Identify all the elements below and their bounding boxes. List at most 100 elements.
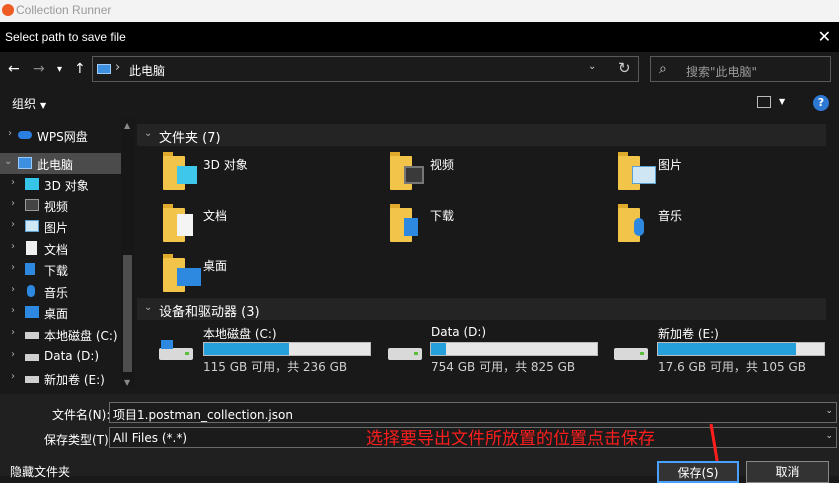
- sidebar-item-documents[interactable]: › 文档: [0, 238, 121, 259]
- sidebar-item-label: 本地磁盘 (C:): [44, 329, 118, 343]
- sidebar-item-label: 文档: [44, 243, 69, 257]
- sidebar-scrollbar[interactable]: ▲ ▼: [121, 118, 135, 390]
- address-path[interactable]: 此电脑: [129, 62, 165, 79]
- sidebar-item-this-pc[interactable]: ⌄ 此电脑: [0, 153, 121, 174]
- folder-documents[interactable]: [163, 204, 203, 242]
- address-separator[interactable]: ›: [115, 60, 120, 75]
- folder-desktop[interactable]: [163, 254, 203, 292]
- sidebar-item-drive-d[interactable]: › Data (D:): [0, 346, 121, 367]
- folder-label[interactable]: 下载: [430, 207, 454, 224]
- expand-arrow-icon[interactable]: ›: [11, 371, 15, 382]
- sidebar-item-videos[interactable]: › 视频: [0, 195, 121, 216]
- folder-downloads[interactable]: [390, 204, 430, 242]
- forward-arrow-icon[interactable]: →: [33, 61, 45, 77]
- recent-locations-icon[interactable]: ▾: [57, 64, 62, 75]
- drive-c-icon[interactable]: [159, 340, 193, 360]
- drives-group-header[interactable]: ⌄ 设备和驱动器 (3): [137, 298, 839, 320]
- chevron-down-icon[interactable]: ⌄: [144, 302, 152, 313]
- folder-label[interactable]: 文档: [203, 207, 227, 224]
- folders-group-header[interactable]: ⌄ 文件夹 (7): [137, 124, 839, 146]
- chevron-down-icon[interactable]: ⌄: [825, 431, 833, 441]
- collapse-arrow-icon[interactable]: ⌄: [4, 156, 12, 167]
- drive-name[interactable]: 本地磁盘 (C:): [203, 325, 277, 342]
- sidebar-item-label: 音乐: [44, 286, 69, 300]
- chevron-down-icon[interactable]: ⌄: [825, 406, 833, 416]
- download-icon: [404, 218, 418, 236]
- content-scrollbar[interactable]: [826, 118, 839, 394]
- expand-arrow-icon[interactable]: ›: [11, 177, 15, 188]
- folder-label[interactable]: 音乐: [658, 207, 682, 224]
- folder-3d-objects[interactable]: [163, 152, 203, 190]
- drive-usage-fill: [431, 343, 446, 355]
- organize-button[interactable]: 组织 ▼: [12, 95, 46, 112]
- filename-value[interactable]: 项目1.postman_collection.json: [113, 408, 293, 422]
- drive-free-space: 115 GB 可用，共 236 GB: [203, 360, 348, 374]
- sidebar-item-label: WPS网盘: [37, 130, 88, 144]
- search-input[interactable]: 搜索"此电脑": [686, 63, 757, 80]
- expand-arrow-icon[interactable]: ›: [11, 241, 15, 252]
- sidebar-item-label: 图片: [44, 221, 69, 235]
- expand-arrow-icon[interactable]: ›: [11, 305, 15, 316]
- expand-arrow-icon[interactable]: ›: [11, 284, 15, 295]
- sidebar-item-pictures[interactable]: › 图片: [0, 216, 121, 237]
- folder-music[interactable]: [618, 204, 658, 242]
- expand-arrow-icon[interactable]: ›: [11, 349, 15, 360]
- expand-arrow-icon[interactable]: ›: [11, 219, 15, 230]
- filename-input[interactable]: 项目1.postman_collection.json ⌄: [109, 402, 837, 423]
- drive-name[interactable]: 新加卷 (E:): [658, 325, 719, 342]
- desktop-icon: [25, 306, 39, 318]
- filetype-value[interactable]: All Files (*.*): [113, 431, 187, 445]
- document-icon: [177, 214, 193, 236]
- dialog-title: Select path to save file: [5, 30, 126, 44]
- folder-videos[interactable]: [390, 152, 430, 190]
- sidebar-item-music[interactable]: › 音乐: [0, 281, 121, 302]
- drive-e-icon[interactable]: [614, 340, 648, 360]
- cube-icon: [177, 166, 197, 184]
- sidebar-item-label: 新加卷 (E:): [44, 373, 105, 387]
- scrollbar-thumb[interactable]: [123, 255, 132, 372]
- expand-arrow-icon[interactable]: ›: [11, 327, 15, 338]
- folder-label[interactable]: 图片: [658, 156, 682, 173]
- up-arrow-icon[interactable]: ↑: [74, 61, 86, 77]
- postman-logo-icon: [2, 4, 14, 16]
- folder-label[interactable]: 桌面: [203, 257, 227, 274]
- filename-label: 文件名(N):: [52, 408, 111, 422]
- search-box[interactable]: ⌕ 搜索"此电脑": [650, 56, 831, 82]
- cancel-button[interactable]: 取消: [746, 461, 829, 483]
- scroll-up-icon[interactable]: ▲: [124, 121, 130, 130]
- chevron-down-icon[interactable]: ▼: [779, 97, 785, 106]
- help-icon[interactable]: ?: [813, 95, 829, 111]
- hide-folders-toggle[interactable]: 隐藏文件夹: [10, 463, 70, 480]
- drive-name[interactable]: Data (D:): [431, 325, 486, 339]
- close-icon[interactable]: ✕: [818, 27, 831, 46]
- sidebar-item-downloads[interactable]: › 下载: [0, 259, 121, 280]
- drives-group-label: 设备和驱动器 (3): [159, 305, 260, 320]
- drive-usage-bar: [430, 342, 598, 356]
- sidebar-item-drive-e[interactable]: › 新加卷 (E:): [0, 368, 121, 389]
- drive-led: [185, 352, 189, 355]
- navigation-pane: › WPS网盘 ⌄ 此电脑 › 3D 对象 › 视频 › 图片 › 文档 › 下…: [0, 118, 121, 390]
- chevron-down-icon[interactable]: ⌄: [144, 128, 152, 139]
- address-bar[interactable]: › 此电脑 ⌄ ↻: [92, 56, 639, 82]
- view-options-icon[interactable]: [757, 96, 771, 108]
- expand-arrow-icon[interactable]: ›: [11, 262, 15, 273]
- drive-led: [640, 352, 644, 355]
- expand-arrow-icon[interactable]: ›: [11, 198, 15, 209]
- address-dropdown-icon[interactable]: ⌄: [588, 61, 596, 72]
- sidebar-item-desktop[interactable]: › 桌面: [0, 302, 121, 323]
- expand-arrow-icon[interactable]: ›: [8, 128, 12, 139]
- folder-label[interactable]: 3D 对象: [203, 156, 248, 173]
- sidebar-item-wps[interactable]: › WPS网盘: [0, 125, 121, 146]
- file-list: ⌄ 文件夹 (7) 3D 对象 视频 图片 文档 下载 音乐 桌面 ⌄ 设备和驱…: [137, 118, 839, 394]
- sidebar-item-3d-objects[interactable]: › 3D 对象: [0, 174, 121, 195]
- document-icon: [26, 241, 37, 255]
- refresh-icon[interactable]: ↻: [618, 59, 631, 77]
- sidebar-item-drive-c[interactable]: › 本地磁盘 (C:): [0, 324, 121, 345]
- scroll-down-icon[interactable]: ▼: [124, 378, 130, 387]
- folder-pictures[interactable]: [618, 152, 658, 190]
- back-arrow-icon[interactable]: ←: [8, 61, 20, 77]
- drive-d-icon[interactable]: [388, 340, 422, 360]
- video-icon: [404, 166, 424, 184]
- folder-label[interactable]: 视频: [430, 156, 454, 173]
- save-button[interactable]: 保存(S): [657, 461, 739, 483]
